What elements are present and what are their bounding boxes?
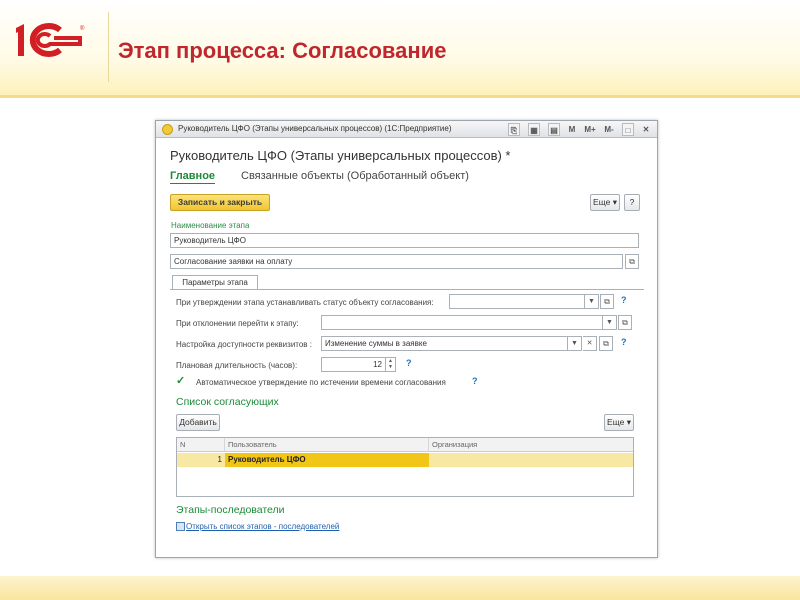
more-button[interactable]: Еще ▾ <box>590 194 620 211</box>
save-close-button[interactable]: Записать и закрыть <box>170 194 270 211</box>
app-icon <box>162 124 173 135</box>
memory-button[interactable]: M <box>566 123 578 136</box>
window-titlebar: Руководитель ЦФО (Этапы универсальных пр… <box>156 121 657 138</box>
reject-open-icon[interactable]: ⧉ <box>618 315 632 330</box>
close-icon[interactable]: ✕ <box>640 123 652 136</box>
successors-title: Этапы-последователи <box>176 504 285 516</box>
description-input[interactable]: Согласование заявки на оплату <box>170 254 623 269</box>
row-n: 1 <box>217 455 222 464</box>
status-label: При утверждении этапа устанавливать стат… <box>176 298 434 307</box>
1c-logo: ® <box>16 23 85 57</box>
duration-stepper-icon[interactable]: ▲ ▼ <box>386 357 396 372</box>
auto-approve-checkbox[interactable]: ✓ <box>176 376 187 387</box>
row-org[interactable] <box>429 453 633 467</box>
reject-input[interactable] <box>321 315 603 330</box>
approvers-title: Список согласующих <box>176 396 279 408</box>
access-input[interactable]: Изменение суммы в заявке <box>321 336 568 351</box>
window-title: Руководитель ЦФО (Этапы универсальных пр… <box>178 124 452 133</box>
approvers-table: N Пользователь Организация 1 Руководител… <box>176 437 634 497</box>
access-label: Настройка доступности реквизитов : <box>176 340 313 349</box>
status-help-icon[interactable]: ? <box>621 295 627 305</box>
maximize-icon[interactable]: □ <box>622 123 634 136</box>
row-user[interactable]: Руководитель ЦФО <box>225 453 429 467</box>
tab-panel-border <box>170 289 644 290</box>
open-icon[interactable]: ⧉ <box>625 254 639 269</box>
slide-title: Этап процесса: Согласование <box>118 38 447 63</box>
approvers-more-button[interactable]: Еще ▾ <box>604 414 634 431</box>
add-approver-button[interactable]: Добавить <box>176 414 220 431</box>
stage-name-input[interactable]: Руководитель ЦФО <box>170 233 639 248</box>
status-open-icon[interactable]: ⧉ <box>600 294 614 309</box>
duration-help-icon[interactable]: ? <box>406 358 412 368</box>
column-n[interactable]: N <box>177 438 225 452</box>
reject-dropdown-icon[interactable]: ▼ <box>603 315 617 330</box>
stage-name-label: Наименование этапа <box>171 221 250 230</box>
more-label: Еще <box>593 197 611 207</box>
calc-icon[interactable]: ▦ <box>528 123 540 136</box>
status-input[interactable] <box>449 294 585 309</box>
list-link-icon <box>176 522 185 531</box>
approvers-more-label: Еще <box>607 417 625 427</box>
column-user[interactable]: Пользователь <box>225 438 429 452</box>
form-title: Руководитель ЦФО (Этапы универсальных пр… <box>170 148 511 163</box>
nav-main[interactable]: Главное <box>170 170 216 184</box>
calendar-icon[interactable]: ▤ <box>548 123 560 136</box>
memory-plus-button[interactable]: M+ <box>582 123 598 136</box>
svg-text:®: ® <box>80 25 85 32</box>
auto-approve-label: Автоматическое утверждение по истечении … <box>196 378 446 387</box>
slide-footer <box>0 576 800 600</box>
column-org[interactable]: Организация <box>429 438 633 452</box>
auto-approve-help-icon[interactable]: ? <box>472 376 478 386</box>
header-divider <box>108 12 109 82</box>
access-help-icon[interactable]: ? <box>621 337 627 347</box>
access-clear-icon[interactable]: ✕ <box>583 336 597 351</box>
slide-header: ® Этап процесса: Согласование <box>0 0 800 98</box>
duration-label: Плановая длительность (часов): <box>176 361 298 370</box>
form-window: Руководитель ЦФО (Этапы универсальных пр… <box>155 120 658 558</box>
tab-stage-params[interactable]: Параметры этапа <box>172 275 258 290</box>
open-successors-link[interactable]: Открыть список этапов - последователей <box>186 522 339 531</box>
status-dropdown-icon[interactable]: ▼ <box>585 294 599 309</box>
access-open-icon[interactable]: ⧉ <box>599 336 613 351</box>
table-header: N Пользователь Организация <box>177 438 633 452</box>
help-button[interactable]: ? <box>624 194 640 211</box>
table-row[interactable]: 1 Руководитель ЦФО <box>177 453 633 467</box>
nav-related[interactable]: Связанные объекты (Обработанный объект) <box>241 170 469 182</box>
access-dropdown-icon[interactable]: ▼ <box>568 336 582 351</box>
duration-input[interactable]: 12 <box>321 357 386 372</box>
memory-minus-button[interactable]: M- <box>602 123 616 136</box>
link-icon[interactable]: ⎘ <box>508 123 520 136</box>
reject-label: При отклонении перейти к этапу: <box>176 319 299 328</box>
